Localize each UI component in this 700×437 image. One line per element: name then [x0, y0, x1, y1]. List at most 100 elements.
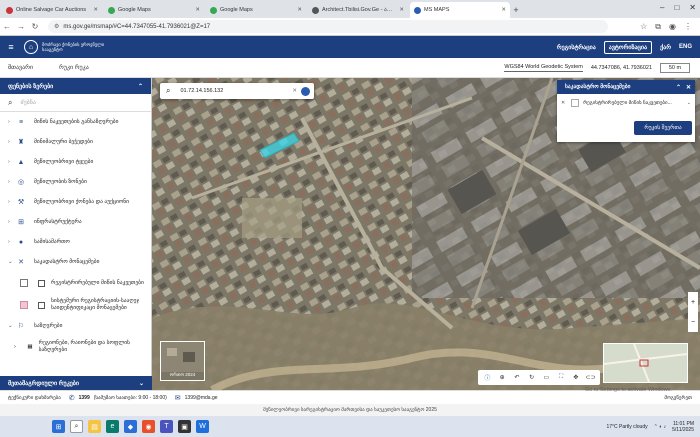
- map-join-button[interactable]: რუკის შეერთა: [634, 121, 692, 135]
- caret-icon[interactable]: ›: [8, 139, 16, 145]
- layer-item[interactable]: › ≡ მიწის ნაკვეთების განსაზღვრები: [0, 112, 151, 132]
- login-button[interactable]: ავტორიზაცია: [603, 40, 653, 54]
- sublayer-item[interactable]: › ▦ რეგიონები, რაიონები და სოფლის საზღვრებ…: [0, 336, 151, 358]
- menu-icon[interactable]: ⋮: [684, 22, 692, 32]
- collapse-icon[interactable]: ⌃: [138, 83, 143, 90]
- layer-item[interactable]: ⌄ ✕ საკადასტრო მონაცემები: [0, 252, 151, 272]
- minimize-icon[interactable]: –: [660, 3, 664, 12]
- layer-checkbox[interactable]: [38, 279, 45, 287]
- basemaps-panel-header[interactable]: მეთამაგრდიული რუკები ⌄: [0, 376, 152, 390]
- hamburger-menu-icon[interactable]: ≡: [2, 42, 20, 52]
- back-icon[interactable]: ←: [0, 22, 14, 31]
- mail-icon: ✉: [174, 394, 181, 402]
- chevron-up-icon[interactable]: ⌃: [676, 84, 681, 91]
- overview-minimap[interactable]: [603, 343, 688, 383]
- layer-item[interactable]: › ⚒ მეწილეობრივი ქონება და აუქციონი: [0, 192, 151, 212]
- close-window-icon[interactable]: ✕: [689, 3, 696, 12]
- close-tab-icon[interactable]: ✕: [399, 7, 404, 13]
- register-link[interactable]: რეგისტრაცია: [557, 44, 596, 51]
- layer-group-borders[interactable]: ⌄ ⚐ საზღვრები: [0, 316, 151, 336]
- logo-text: მოძრავი ქონების ეროვნული სააგენტო: [42, 42, 105, 52]
- clock[interactable]: 11:01 PM 5/11/2025: [672, 421, 694, 433]
- teams-icon[interactable]: T: [160, 420, 173, 433]
- layer-item[interactable]: › ◎ მეწილეობის ზონები: [0, 172, 151, 192]
- chrome-icon[interactable]: ◉: [142, 420, 155, 433]
- browser-tab[interactable]: Architect.Tbilisi.Gov.Ge - არქიტ ✕: [308, 2, 408, 18]
- clear-icon[interactable]: ✕: [292, 88, 297, 94]
- site-info-icon[interactable]: ⚙: [54, 23, 59, 30]
- file-explorer-icon[interactable]: ▤: [88, 420, 101, 433]
- url-field[interactable]: ⚙ ms.gov.ge/msmap/#C=44.7347055-41.79360…: [48, 20, 608, 33]
- layer-item[interactable]: › ▲ მეწილეობრივი ტყეები: [0, 152, 151, 172]
- info-icon[interactable]: ⓘ: [482, 373, 493, 382]
- layer-item[interactable]: › ♜ მინიმალური ბეჭედები: [0, 132, 151, 152]
- search-icon[interactable]: ⌕: [70, 420, 83, 433]
- globe-icon[interactable]: ⊕: [497, 374, 508, 381]
- browser-tab[interactable]: MS MAPS ✕: [410, 2, 510, 18]
- screen-icon[interactable]: ▭: [541, 374, 552, 381]
- caret-icon[interactable]: ›: [14, 344, 21, 350]
- profile-icon[interactable]: ◉: [669, 22, 676, 32]
- sublayer-item[interactable]: სისტემური რეგისტრაციის-სააღეჯ საიდენტიფი…: [0, 294, 151, 316]
- chevron-down-icon[interactable]: ⌄: [687, 100, 691, 106]
- browser-tab[interactable]: Google Maps ✕: [206, 2, 306, 18]
- expand-icon[interactable]: ⌄: [139, 380, 144, 387]
- start-icon[interactable]: ⊞: [52, 420, 65, 433]
- projection-select[interactable]: WGS84 World Geodetic System: [504, 64, 583, 72]
- pan-icon[interactable]: ✥: [570, 374, 581, 381]
- maximize-icon[interactable]: □: [674, 3, 679, 12]
- browser-tab[interactable]: Online Salvage Car Auctions ✕: [2, 2, 102, 18]
- remove-icon[interactable]: ✕: [561, 100, 565, 106]
- map-search-input[interactable]: 01.72.14.156.132: [180, 88, 223, 94]
- store-icon[interactable]: ◆: [124, 420, 137, 433]
- layer-checkbox[interactable]: [38, 301, 45, 309]
- lang-ka-link[interactable]: ქარ: [660, 44, 671, 51]
- word-icon[interactable]: W: [196, 420, 209, 433]
- app-icon[interactable]: ▣: [178, 420, 191, 433]
- email-link[interactable]: 1399@mda.ge: [185, 395, 218, 401]
- close-tab-icon[interactable]: ✕: [93, 7, 98, 13]
- basemap-thumbnail[interactable]: ორთო 2024: [160, 341, 205, 381]
- caret-icon[interactable]: ›: [8, 199, 16, 205]
- edge-icon[interactable]: e: [106, 420, 119, 433]
- tray-icons[interactable]: ⌃ ◐ ♪: [654, 424, 667, 430]
- caret-icon[interactable]: ⌄: [8, 323, 16, 329]
- close-icon[interactable]: ✕: [686, 84, 691, 91]
- layer-item[interactable]: › ⊞ ინფრასტრუქტურა: [0, 212, 151, 232]
- browser-tab[interactable]: Google Maps ✕: [104, 2, 204, 18]
- caret-icon[interactable]: ›: [8, 159, 16, 165]
- bookmark-icon[interactable]: ☆: [640, 22, 647, 32]
- caret-icon[interactable]: ›: [8, 239, 16, 245]
- caret-icon[interactable]: ⌄: [8, 259, 16, 265]
- locate-icon[interactable]: [301, 86, 310, 96]
- undo-icon[interactable]: ↶: [511, 374, 522, 381]
- close-tab-icon[interactable]: ✕: [501, 7, 506, 13]
- layer-item[interactable]: › ● სამისამართო: [0, 232, 151, 252]
- forward-icon[interactable]: →: [14, 22, 28, 31]
- caret-icon[interactable]: ›: [8, 219, 16, 225]
- phone-number[interactable]: 1399: [79, 395, 90, 401]
- new-tab-button[interactable]: +: [510, 2, 522, 18]
- weather-widget[interactable]: 17°C Partly cloudy: [606, 424, 647, 430]
- fullscreen-icon[interactable]: ⛶: [556, 374, 567, 381]
- reload-icon[interactable]: ↻: [28, 22, 42, 31]
- contact-link[interactable]: მოგვწერეთ: [664, 395, 692, 401]
- close-tab-icon[interactable]: ✕: [195, 7, 200, 13]
- tab-map[interactable]: რუკი რუკა: [59, 64, 89, 71]
- lang-en-link[interactable]: ENG: [679, 44, 692, 50]
- measure-icon[interactable]: ⊂⊃: [585, 374, 596, 381]
- caret-icon[interactable]: ›: [8, 119, 16, 125]
- cadastral-layer-item[interactable]: ✕ რეგისტრირებული მიწის ნაკვეთები... ⌄: [557, 94, 695, 112]
- extensions-icon[interactable]: ⧉: [655, 22, 661, 32]
- agency-logo[interactable]: ⌂: [24, 40, 38, 54]
- layers-panel-header[interactable]: ფენების ზერები ⌃: [0, 78, 151, 94]
- zoom-in-icon[interactable]: +: [691, 299, 695, 306]
- sublayer-item[interactable]: რეგისტრირებული მიწის ნაკვეთები: [0, 272, 151, 294]
- zoom-out-icon[interactable]: −: [691, 319, 695, 326]
- layer-search[interactable]: ⌕ ძებნა: [0, 94, 151, 112]
- caret-icon[interactable]: ›: [8, 179, 16, 185]
- map-search-box[interactable]: ⌕ 01.72.14.156.132 ✕: [160, 83, 314, 99]
- redo-icon[interactable]: ↻: [526, 374, 537, 381]
- close-tab-icon[interactable]: ✕: [297, 7, 302, 13]
- tab-home[interactable]: მთავარი: [8, 64, 33, 71]
